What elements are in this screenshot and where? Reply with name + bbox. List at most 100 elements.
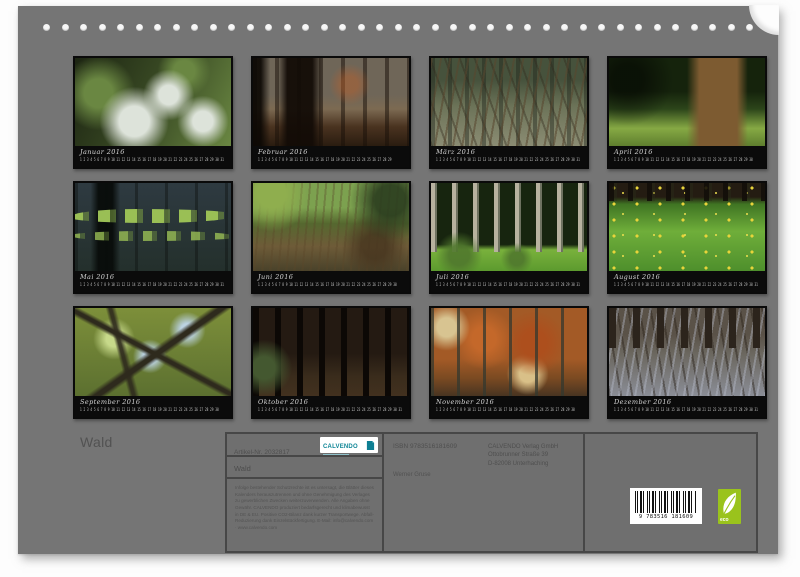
month-dates-row: 1 2 3 4 5 6 7 8 9 10 11 12 13 14 15 16 1…: [80, 407, 227, 412]
month-thumb-7: Juli 20161 2 3 4 5 6 7 8 9 10 11 12 13 1…: [429, 181, 589, 294]
binding-hole: [80, 24, 87, 31]
month-strip: Dezember 20161 2 3 4 5 6 7 8 9 10 11 12 …: [609, 396, 765, 417]
month-thumb-10: Oktober 20161 2 3 4 5 6 7 8 9 10 11 12 1…: [251, 306, 411, 419]
binding-hole: [62, 24, 69, 31]
month-strip: Juli 20161 2 3 4 5 6 7 8 9 10 11 12 13 1…: [431, 271, 587, 292]
eco-badge-label: eco: [720, 518, 729, 523]
month-strip: November 20161 2 3 4 5 6 7 8 9 10 11 12 …: [431, 396, 587, 417]
isbn-text: ISBN 9783516181609: [393, 443, 457, 450]
binding-hole: [709, 24, 716, 31]
month-label: März 2016: [436, 148, 582, 157]
author-name: Werner Gruse: [393, 472, 431, 478]
month-photo-frosty-forest-floor: [609, 308, 765, 396]
month-dates-row: 1 2 3 4 5 6 7 8 9 10 11 12 13 14 15 16 1…: [436, 157, 583, 162]
page-curl-corner: [749, 5, 779, 35]
calvendo-logo-text: CALVENDO: [323, 444, 358, 450]
binding-hole: [321, 24, 328, 31]
month-dates-row: 1 2 3 4 5 6 7 8 9 10 11 12 13 14 15 16 1…: [80, 282, 227, 287]
month-label: Juni 2016: [258, 273, 404, 282]
month-photo-mossy-glade-trunk: [609, 58, 765, 146]
month-thumb-5: Mai 20161 2 3 4 5 6 7 8 9 10 11 12 13 14…: [73, 181, 233, 294]
month-thumb-1: Januar 20161 2 3 4 5 6 7 8 9 10 11 12 13…: [73, 56, 233, 169]
calvendo-book-icon: [366, 440, 375, 451]
binding-hole: [136, 24, 143, 31]
info-col-isbn: ISBN 9783516181609 Werner Gruse CALVENDO…: [384, 434, 585, 551]
month-thumb-3: März 20161 2 3 4 5 6 7 8 9 10 11 12 13 1…: [429, 56, 589, 169]
binding-hole: [339, 24, 346, 31]
binding-hole: [561, 24, 568, 31]
binding-hole: [487, 24, 494, 31]
calendar-title-cell: Wald: [227, 457, 382, 479]
month-strip: März 20161 2 3 4 5 6 7 8 9 10 11 12 13 1…: [431, 146, 587, 167]
month-strip: Oktober 20161 2 3 4 5 6 7 8 9 10 11 12 1…: [253, 396, 409, 417]
binding-hole: [432, 24, 439, 31]
month-label: Juli 2016: [436, 273, 582, 282]
month-photo-spruce-trunks-grass: [431, 183, 587, 271]
month-dates-row: 1 2 3 4 5 6 7 8 9 10 11 12 13 14 15 16 1…: [258, 282, 405, 287]
month-strip: April 20161 2 3 4 5 6 7 8 9 10 11 12 13 …: [609, 146, 765, 167]
binding-hole: [524, 24, 531, 31]
month-thumb-12: Dezember 20161 2 3 4 5 6 7 8 9 10 11 12 …: [607, 306, 767, 419]
product-info-box: Artikel-Nr. 2032817 CALVENDO Wald Infolg…: [225, 432, 758, 553]
month-dates-row: 1 2 3 4 5 6 7 8 9 10 11 12 13 14 15 16 1…: [258, 407, 405, 412]
binding-hole: [284, 24, 291, 31]
month-dates-row: 1 2 3 4 5 6 7 8 9 10 11 12 13 14 15 16 1…: [80, 157, 227, 162]
binding-hole: [358, 24, 365, 31]
article-number: Artikel-Nr. 2032817: [234, 449, 290, 456]
month-photo-beech-leaves: [75, 183, 231, 271]
month-label: Mai 2016: [80, 273, 226, 282]
calvendo-logo-tagline: [323, 454, 349, 455]
binding-hole: [728, 24, 735, 31]
month-dates-row: 1 2 3 4 5 6 7 8 9 10 11 12 13 14 15 16 1…: [614, 157, 761, 162]
page-title: Wald: [80, 434, 113, 450]
legal-text: Infolge bestehender Schutzrechte ist es …: [227, 479, 382, 551]
binding-hole: [691, 24, 698, 31]
month-thumb-8: August 20161 2 3 4 5 6 7 8 9 10 11 12 13…: [607, 181, 767, 294]
binding-hole: [413, 24, 420, 31]
month-dates-row: 1 2 3 4 5 6 7 8 9 10 11 12 13 14 15 16 1…: [614, 282, 761, 287]
month-thumb-9: September 20161 2 3 4 5 6 7 8 9 10 11 12…: [73, 306, 233, 419]
month-photo-flower-meadow: [609, 183, 765, 271]
calendar-grid: Januar 20161 2 3 4 5 6 7 8 9 10 11 12 13…: [73, 56, 767, 419]
month-label: November 2016: [436, 398, 582, 407]
month-thumb-2: Februar 20161 2 3 4 5 6 7 8 9 10 11 12 1…: [251, 56, 411, 169]
binding-hole: [376, 24, 383, 31]
binding-hole: [395, 24, 402, 31]
publisher-line-1: CALVENDO Verlag GmbH: [488, 443, 558, 451]
month-label: Februar 2016: [258, 148, 404, 157]
info-col-barcode: 9 783516 181609 eco: [585, 434, 756, 551]
calvendo-logo: CALVENDO: [320, 437, 378, 453]
eco-badge: eco: [718, 489, 741, 524]
barcode: 9 783516 181609: [630, 488, 702, 524]
month-photo-canopy-skyward: [75, 308, 231, 396]
month-photo-undergrowth-closeup: [253, 183, 409, 271]
binding-hole: [302, 24, 309, 31]
month-thumb-6: Juni 20161 2 3 4 5 6 7 8 9 10 11 12 13 1…: [251, 181, 411, 294]
month-strip: Mai 20161 2 3 4 5 6 7 8 9 10 11 12 13 14…: [75, 271, 231, 292]
month-dates-row: 1 2 3 4 5 6 7 8 9 10 11 12 13 14 15 16 1…: [436, 407, 583, 412]
binding-hole: [265, 24, 272, 31]
binding-hole: [450, 24, 457, 31]
month-label: August 2016: [614, 273, 760, 282]
calendar-back-cover: Januar 20161 2 3 4 5 6 7 8 9 10 11 12 13…: [0, 0, 800, 577]
binding-hole: [617, 24, 624, 31]
month-label: Oktober 2016: [258, 398, 404, 407]
barcode-bars: [635, 491, 697, 513]
month-strip: Juni 20161 2 3 4 5 6 7 8 9 10 11 12 13 1…: [253, 271, 409, 292]
info-col-article: Artikel-Nr. 2032817 CALVENDO Wald Infolg…: [227, 434, 384, 551]
binding-hole: [43, 24, 50, 31]
binding-hole: [247, 24, 254, 31]
month-dates-row: 1 2 3 4 5 6 7 8 9 10 11 12 13 14 15 16 1…: [258, 157, 405, 162]
publisher-line-2: Ottobrunner Straße 39: [488, 451, 558, 459]
month-thumb-11: November 20161 2 3 4 5 6 7 8 9 10 11 12 …: [429, 306, 589, 419]
month-dates-row: 1 2 3 4 5 6 7 8 9 10 11 12 13 14 15 16 1…: [614, 407, 761, 412]
month-photo-autumn-foliage: [431, 308, 587, 396]
binding-hole: [191, 24, 198, 31]
binding-hole: [228, 24, 235, 31]
binding-hole: [598, 24, 605, 31]
binding-hole: [654, 24, 661, 31]
month-dates-row: 1 2 3 4 5 6 7 8 9 10 11 12 13 14 15 16 1…: [436, 282, 583, 287]
month-photo-ferns-with-snow: [75, 58, 231, 146]
binding-hole: [746, 24, 753, 31]
binding-hole: [469, 24, 476, 31]
